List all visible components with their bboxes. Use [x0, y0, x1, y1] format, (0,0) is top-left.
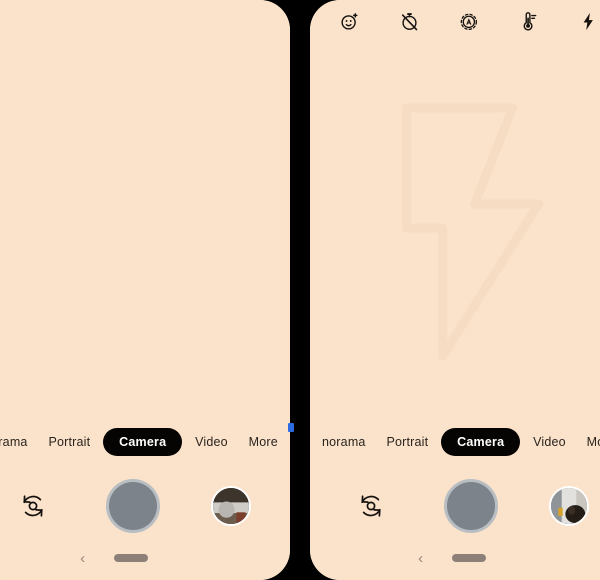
mode-selector-left[interactable]: norama Portrait Camera Video More — [0, 424, 290, 460]
camera-controls-right — [310, 474, 600, 538]
nav-home-indicator[interactable] — [452, 554, 486, 562]
nav-back-icon[interactable]: ‹ — [418, 551, 423, 566]
shutter-button[interactable] — [443, 479, 498, 533]
android-navbar-right: ‹ — [310, 546, 600, 570]
screenshot-stage: norama Portrait Camera Video More — [0, 0, 600, 580]
flash-bolt-watermark — [382, 88, 572, 378]
flash-icon[interactable] — [574, 7, 600, 35]
camera-toolbar — [310, 0, 600, 42]
nav-back-icon[interactable]: ‹ — [80, 551, 85, 566]
mode-video[interactable]: Video — [187, 429, 236, 455]
cursor-marker — [288, 423, 294, 432]
switch-camera-button[interactable] — [11, 484, 55, 528]
mode-panorama[interactable]: norama — [0, 429, 36, 455]
left-camera-screen: norama Portrait Camera Video More — [0, 0, 290, 580]
android-navbar-left: ‹ — [0, 546, 290, 570]
mode-portrait[interactable]: Portrait — [378, 429, 436, 455]
mode-camera[interactable]: Camera — [441, 428, 521, 456]
gallery-thumbnail[interactable] — [210, 486, 251, 526]
mode-portrait[interactable]: Portrait — [40, 429, 98, 455]
shutter-button[interactable] — [105, 479, 160, 533]
mode-more[interactable]: More — [579, 429, 600, 455]
mode-more[interactable]: More — [241, 429, 286, 455]
motion-photos-icon[interactable] — [336, 7, 364, 35]
left-phone-frame: norama Portrait Camera Video More — [0, 0, 290, 580]
right-camera-screen: norama Portrait Camera Video More — [310, 0, 600, 580]
timer-off-icon[interactable] — [395, 7, 423, 35]
white-balance-icon[interactable] — [515, 7, 543, 35]
camera-controls-left — [0, 474, 290, 538]
mode-panorama[interactable]: norama — [314, 429, 374, 455]
aspect-ratio-auto-icon[interactable] — [455, 7, 483, 35]
mode-selector-right[interactable]: norama Portrait Camera Video More — [310, 424, 600, 460]
right-phone-frame: norama Portrait Camera Video More — [310, 0, 600, 580]
gallery-thumbnail[interactable] — [548, 486, 589, 526]
nav-home-indicator[interactable] — [114, 554, 148, 562]
mode-video[interactable]: Video — [525, 429, 574, 455]
switch-camera-button[interactable] — [349, 484, 393, 528]
mode-camera[interactable]: Camera — [103, 428, 183, 456]
